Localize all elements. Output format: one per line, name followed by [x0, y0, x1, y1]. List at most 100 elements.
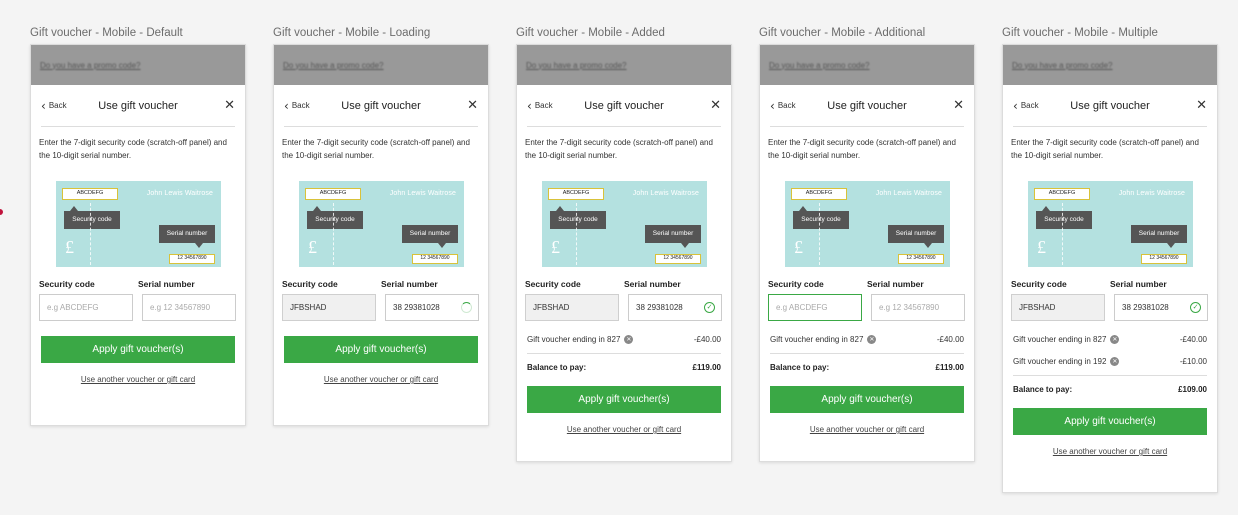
back-button[interactable]: ‹ Back [284, 98, 324, 113]
security-code-input[interactable]: e.g ABCDEFG [768, 294, 862, 321]
use-another-link[interactable]: Use another voucher or gift card [760, 425, 974, 434]
modal-header: ‹ Back Use gift voucher ✕ [527, 85, 721, 127]
promo-link[interactable]: Do you have a promo code? [526, 61, 627, 70]
input-row: e.g ABCDEFG e.g 12 34567890 [39, 294, 237, 321]
chevron-left-icon: ‹ [527, 98, 532, 113]
modal-title: Use gift voucher [827, 99, 907, 112]
remove-voucher-icon[interactable]: ✕ [1110, 356, 1120, 366]
voucher-amount: -£10.00 [1179, 356, 1207, 366]
security-code-input[interactable]: JFBSHAD [525, 294, 619, 321]
frame-default: Gift voucher - Mobile - Default Do you h… [30, 26, 246, 426]
serial-number-sample: 12 34567890 [898, 254, 944, 264]
security-code-label: Security code [39, 279, 95, 289]
apply-button[interactable]: Apply gift voucher(s) [770, 386, 964, 413]
serial-number-value: 38 29381028 [393, 303, 440, 312]
applied-voucher-row: Gift voucher ending in 827 ✕ -£40.00 [770, 328, 964, 350]
balance-label: Balance to pay: [527, 362, 587, 372]
balance-row: Balance to pay: £119.00 [527, 353, 721, 380]
use-another-link[interactable]: Use another voucher or gift card [31, 375, 245, 384]
promo-bar: Do you have a promo code? [1003, 45, 1217, 85]
promo-bar: Do you have a promo code? [760, 45, 974, 85]
apply-button[interactable]: Apply gift voucher(s) [41, 336, 235, 363]
security-code-input[interactable]: JFBSHAD [282, 294, 376, 321]
security-code-input[interactable]: e.g ABCDEFG [39, 294, 133, 321]
back-button[interactable]: ‹ Back [1013, 100, 1053, 112]
instructions: Enter the 7-digit security code (scratch… [1011, 138, 1199, 160]
applied-voucher-row: Gift voucher ending in 827 ✕ -£40.00 [527, 328, 721, 350]
remove-voucher-icon[interactable]: ✕ [867, 334, 877, 344]
voucher-illustration: ABCDEFG John Lewis Waitrose Security cod… [542, 181, 707, 267]
voucher-label: Gift voucher ending in 827 [527, 334, 621, 344]
use-another-link[interactable]: Use another voucher or gift card [517, 425, 731, 434]
security-code-input[interactable]: JFBSHAD [1011, 294, 1105, 321]
close-icon[interactable]: ✕ [438, 98, 478, 113]
frame-title: Gift voucher - Mobile - Additional [759, 27, 926, 39]
security-code-value: JFBSHAD [1019, 303, 1056, 312]
promo-link[interactable]: Do you have a promo code? [283, 61, 384, 70]
serial-number-input[interactable]: 38 29381028 ✓ [628, 294, 722, 321]
serial-number-value: 38 29381028 [1122, 303, 1169, 312]
voucher-label: Gift voucher ending in 827 [770, 334, 864, 344]
frame-title: Gift voucher - Mobile - Multiple [1002, 27, 1158, 39]
remove-voucher-icon[interactable]: ✕ [624, 334, 634, 344]
serial-number-input[interactable]: 38 29381028 [385, 294, 479, 321]
input-row: JFBSHAD 38 29381028 ✓ [525, 294, 723, 321]
back-button[interactable]: ‹ Back [770, 98, 810, 113]
brand-logo: John Lewis Waitrose [875, 190, 942, 197]
chevron-left-icon: ‹ [284, 98, 289, 113]
use-another-link[interactable]: Use another voucher or gift card [274, 375, 488, 384]
modal-header: ‹ Back Use gift voucher ✕ [284, 85, 478, 127]
promo-link[interactable]: Do you have a promo code? [40, 61, 141, 70]
security-code-sample: ABCDEFG [548, 188, 604, 200]
close-icon[interactable]: ✕ [681, 98, 721, 113]
frame-title: Gift voucher - Mobile - Default [30, 27, 183, 39]
pound-icon: £ [551, 237, 560, 257]
remove-voucher-icon[interactable]: ✕ [1110, 334, 1120, 344]
security-code-sample: ABCDEFG [791, 188, 847, 200]
card-divider [333, 203, 334, 265]
field-labels: Security code Serial number [39, 279, 237, 289]
use-another-link[interactable]: Use another voucher or gift card [1003, 447, 1217, 456]
promo-link[interactable]: Do you have a promo code? [1012, 61, 1113, 70]
security-code-tooltip: Security code [793, 206, 849, 229]
chevron-left-icon: ‹ [770, 98, 775, 113]
loading-spinner-icon [461, 302, 472, 313]
brand-logo: John Lewis Waitrose [632, 190, 699, 197]
field-labels: Security code Serial number [525, 279, 723, 289]
instructions: Enter the 7-digit security code (scratch… [39, 138, 227, 160]
serial-number-tooltip: Serial number [402, 225, 458, 248]
close-icon[interactable]: ✕ [195, 98, 235, 113]
serial-number-input[interactable]: 38 29381028 ✓ [1114, 294, 1208, 321]
security-code-label: Security code [282, 279, 338, 289]
serial-number-sample: 12 34567890 [412, 254, 458, 264]
serial-number-input[interactable]: e.g 12 34567890 [871, 294, 965, 321]
serial-number-label: Serial number [1110, 279, 1167, 289]
security-code-value: JFBSHAD [533, 303, 570, 312]
modal-header: ‹ Back Use gift voucher ✕ [1013, 85, 1207, 127]
modal-title: Use gift voucher [584, 99, 664, 112]
apply-button[interactable]: Apply gift voucher(s) [1013, 408, 1207, 435]
security-code-label: Security code [525, 279, 581, 289]
annotation-marker [0, 209, 3, 215]
security-code-label: Security code [768, 279, 824, 289]
back-button[interactable]: ‹ Back [41, 100, 81, 112]
security-code-label: Security code [1011, 279, 1067, 289]
gift-voucher-card: Do you have a promo code? ‹ Back Use gift… [1002, 44, 1218, 493]
serial-number-label: Serial number [381, 279, 438, 289]
serial-number-label: Serial number [624, 279, 681, 289]
balance-value: £119.00 [692, 362, 721, 372]
card-divider [1062, 203, 1063, 265]
promo-link[interactable]: Do you have a promo code? [769, 61, 870, 70]
serial-number-input[interactable]: e.g 12 34567890 [142, 294, 236, 321]
back-button[interactable]: ‹ Back [527, 98, 567, 113]
pound-icon: £ [794, 237, 803, 257]
apply-button[interactable]: Apply gift voucher(s) [284, 336, 478, 363]
gift-voucher-card: Do you have a promo code? ‹ Back Use gift… [273, 44, 489, 426]
voucher-amount: -£40.00 [1179, 334, 1207, 344]
close-icon[interactable]: ✕ [924, 98, 964, 113]
check-circle-icon: ✓ [1190, 302, 1201, 313]
apply-button[interactable]: Apply gift voucher(s) [527, 386, 721, 413]
security-code-tooltip: Security code [1036, 206, 1092, 229]
frame-title: Gift voucher - Mobile - Loading [273, 27, 431, 39]
close-icon[interactable]: ✕ [1167, 98, 1207, 113]
